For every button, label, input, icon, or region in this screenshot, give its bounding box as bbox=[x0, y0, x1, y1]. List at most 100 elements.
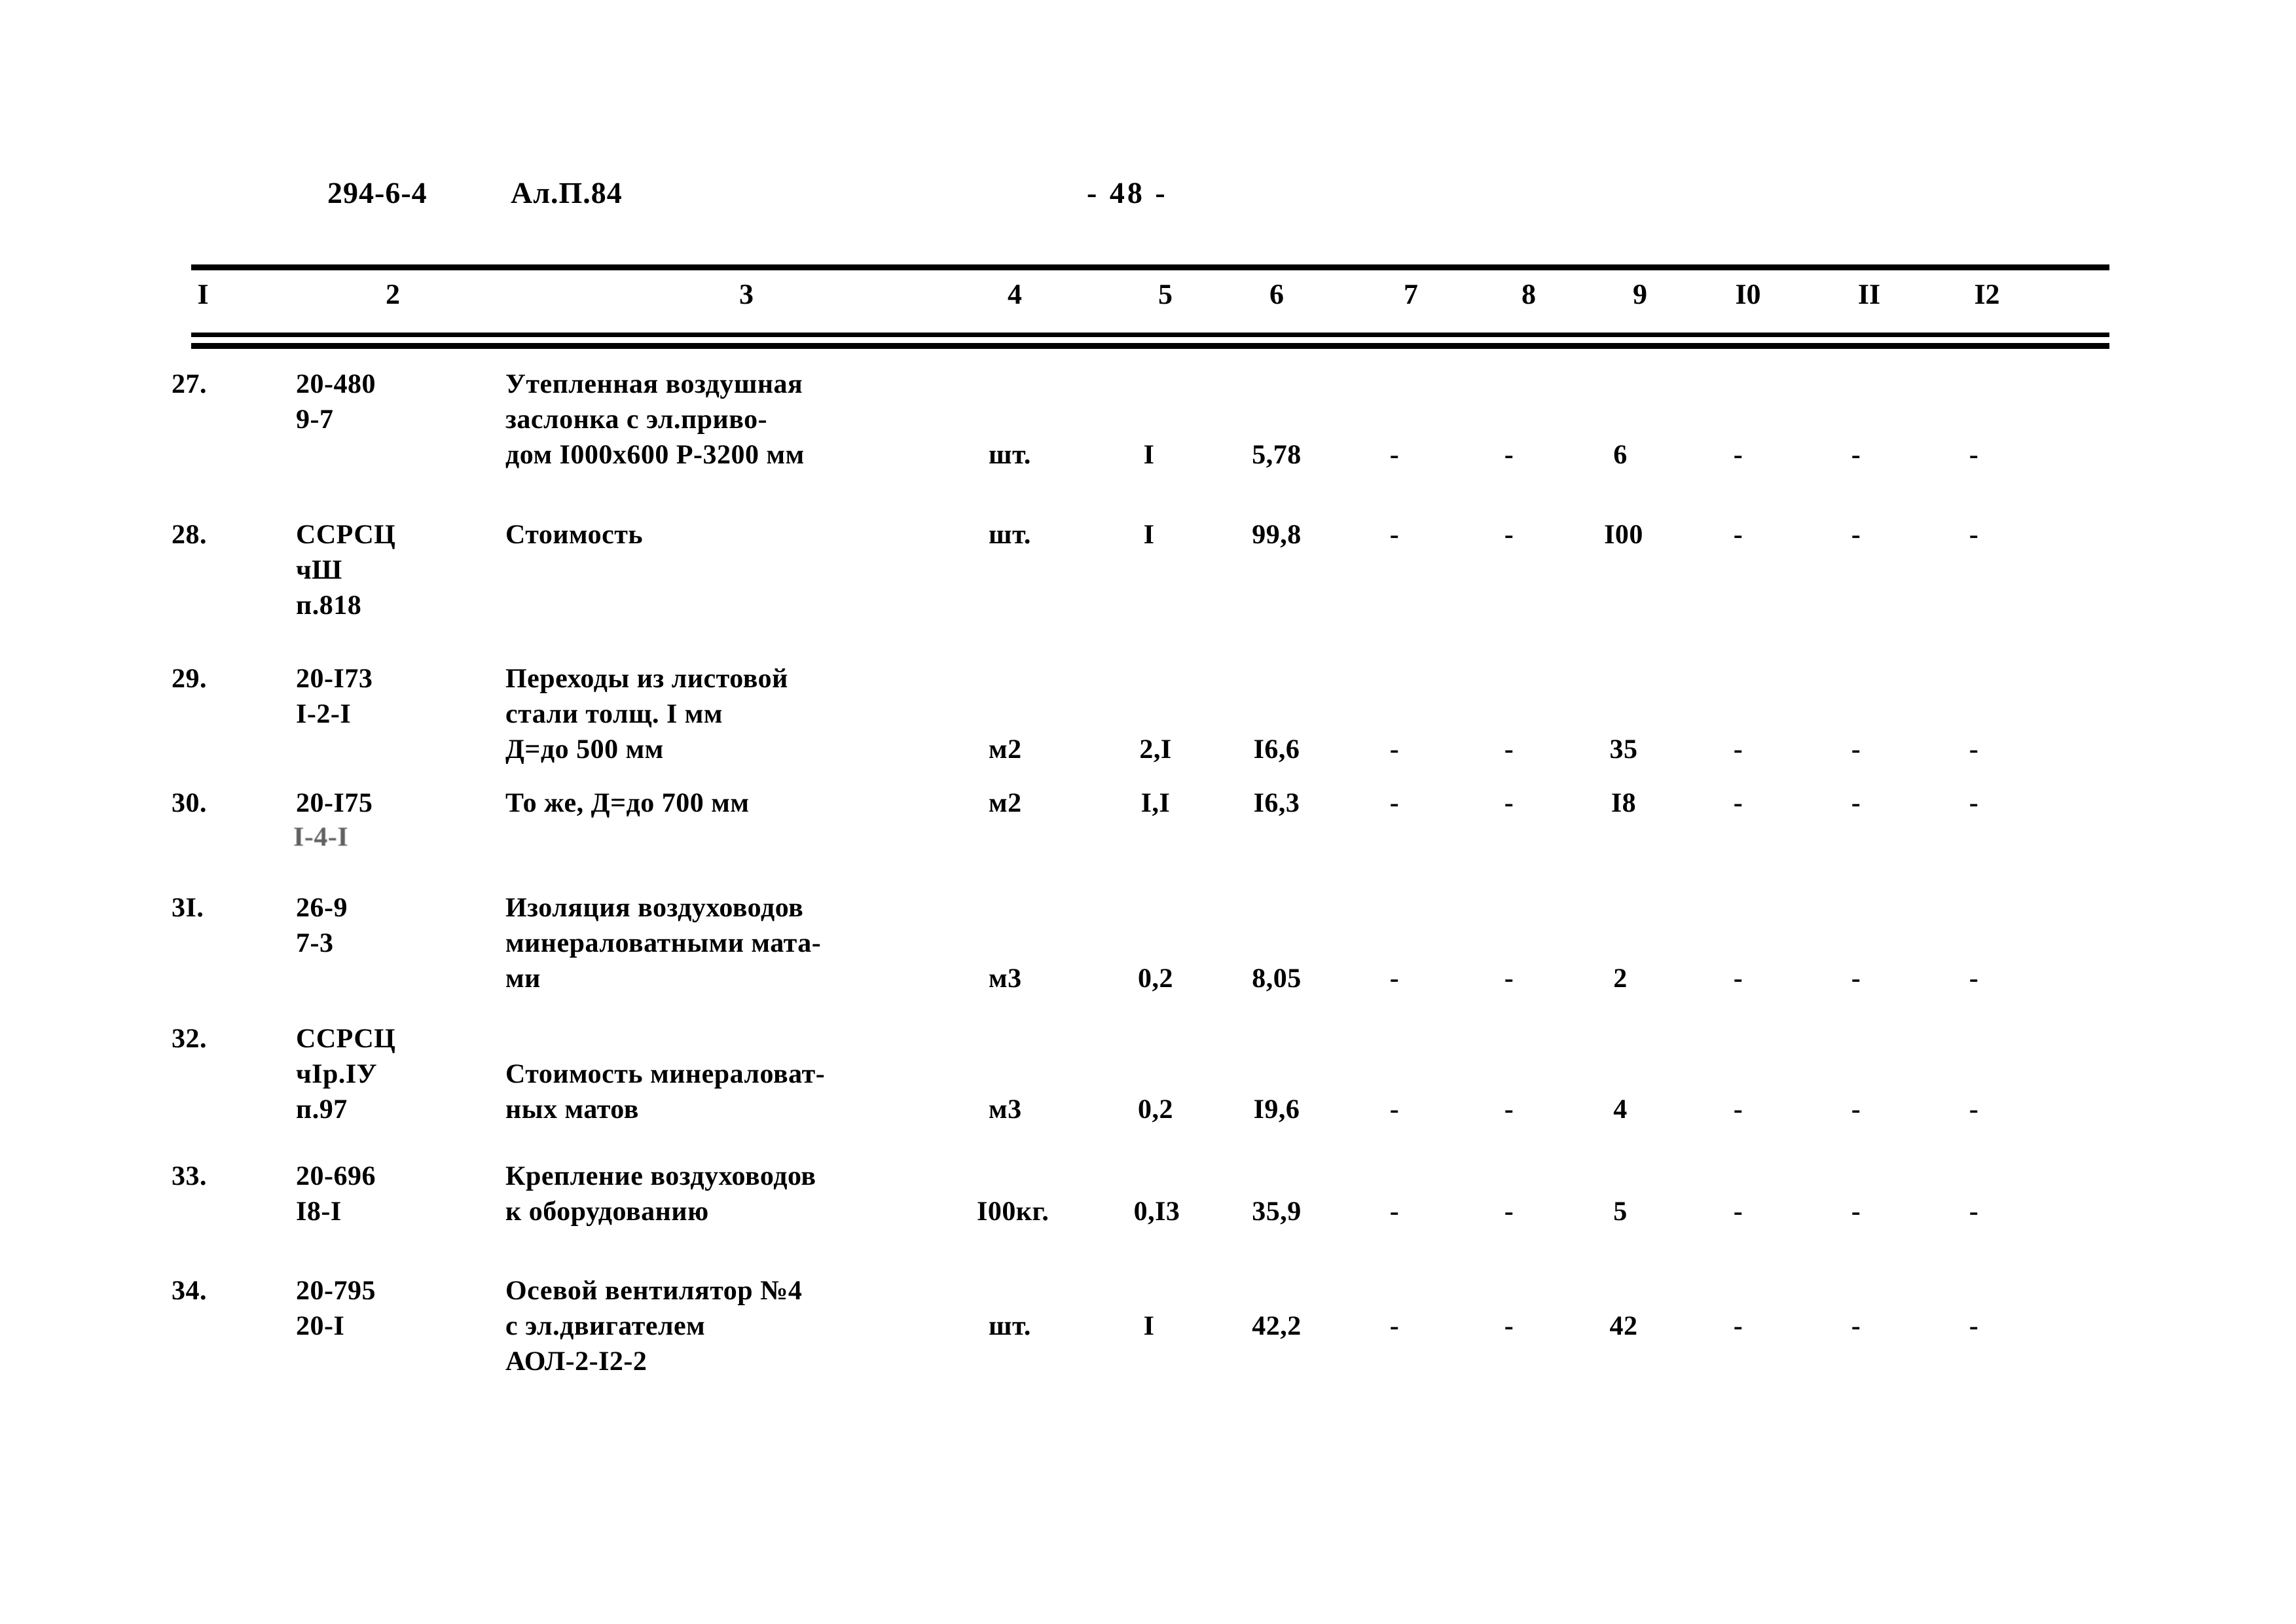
row-number: 3I. bbox=[172, 893, 204, 923]
row-value-col5: 0,I3 bbox=[1133, 1197, 1180, 1227]
row-unit: шт. bbox=[989, 520, 1031, 550]
row-value-col7: - bbox=[1389, 1311, 1400, 1341]
row-value-col8: - bbox=[1504, 964, 1514, 994]
table-row: 34. 20-795 20-I Осевой вентилятор №4 с э… bbox=[0, 1273, 2296, 1404]
column-header-1: I bbox=[197, 278, 209, 310]
row-value-col7: - bbox=[1389, 788, 1400, 818]
table-body: 27. 20-480 9-7 Утепленная воздушная засл… bbox=[0, 367, 2296, 1404]
row-value-col11: - bbox=[1851, 788, 1861, 818]
row-value-col11: - bbox=[1851, 964, 1861, 994]
table-row: 3I. 26-9 7-3 Изоляция воздуховодов минер… bbox=[0, 890, 2296, 1021]
column-header-8: 8 bbox=[1522, 278, 1536, 310]
column-header-3: 3 bbox=[739, 278, 754, 310]
row-value-col12: - bbox=[1969, 1197, 1979, 1227]
row-value-col9: 6 bbox=[1613, 440, 1628, 470]
row-description: То же, Д=до 700 мм bbox=[505, 788, 750, 818]
row-value-col10: - bbox=[1733, 440, 1743, 470]
row-value-col11: - bbox=[1851, 440, 1861, 470]
row-unit: I00кг. bbox=[977, 1197, 1049, 1227]
row-value-col8: - bbox=[1504, 1197, 1514, 1227]
row-value-col10: - bbox=[1733, 1311, 1743, 1341]
row-value-col5: I bbox=[1143, 1311, 1155, 1341]
table-row: 29. 20-I73 I-2-I Переходы из листовой ст… bbox=[0, 661, 2296, 785]
row-value-col11: - bbox=[1851, 520, 1861, 550]
row-value-col11: - bbox=[1851, 1197, 1861, 1227]
row-description: Стоимость минераловат- ных матов bbox=[505, 1059, 826, 1125]
row-number: 32. bbox=[172, 1024, 207, 1054]
row-value-col11: - bbox=[1851, 1311, 1861, 1341]
row-unit: м2 bbox=[989, 734, 1022, 765]
row-value-col12: - bbox=[1969, 1311, 1979, 1341]
row-number: 29. bbox=[172, 664, 207, 694]
column-header-6: 6 bbox=[1269, 278, 1284, 310]
row-value-col9: 2 bbox=[1613, 964, 1628, 994]
row-value-col6: 5,78 bbox=[1252, 440, 1302, 470]
row-unit: м3 bbox=[989, 1094, 1022, 1125]
row-value-col7: - bbox=[1389, 964, 1400, 994]
row-value-col10: - bbox=[1733, 964, 1743, 994]
album-reference: Ал.П.84 bbox=[511, 176, 623, 209]
row-code: 20-I73 I-2-I bbox=[296, 664, 373, 729]
row-value-col10: - bbox=[1733, 1197, 1743, 1227]
row-code: 20-I75 bbox=[296, 788, 373, 818]
row-value-col9: I8 bbox=[1611, 788, 1637, 818]
row-value-col8: - bbox=[1504, 1311, 1514, 1341]
row-value-col6: I6,6 bbox=[1253, 734, 1300, 765]
row-value-col6: I9,6 bbox=[1253, 1094, 1300, 1125]
column-header-5: 5 bbox=[1158, 278, 1173, 310]
row-description: Крепление воздуховодов к оборудованию bbox=[505, 1161, 816, 1227]
row-value-col12: - bbox=[1969, 520, 1979, 550]
row-value-col11: - bbox=[1851, 1094, 1861, 1125]
table-header-bottom-rule bbox=[191, 343, 2109, 349]
page-number: - 48 - bbox=[1087, 176, 1168, 209]
row-value-col8: - bbox=[1504, 440, 1514, 470]
row-value-col7: - bbox=[1389, 1094, 1400, 1125]
row-value-col8: - bbox=[1504, 1094, 1514, 1125]
row-code: 20-795 20-I bbox=[296, 1276, 376, 1341]
row-description: Утепленная воздушная заслонка с эл.приво… bbox=[505, 369, 805, 470]
row-unit: м3 bbox=[989, 964, 1022, 994]
row-number: 28. bbox=[172, 520, 207, 550]
row-code: 26-9 7-3 bbox=[296, 893, 348, 958]
row-number: 34. bbox=[172, 1276, 207, 1306]
row-value-col10: - bbox=[1733, 1094, 1743, 1125]
row-number: 33. bbox=[172, 1161, 207, 1191]
row-value-col10: - bbox=[1733, 788, 1743, 818]
table-row: 33. 20-696 I8-I Крепление воздуховодов к… bbox=[0, 1159, 2296, 1273]
table-top-rule bbox=[191, 264, 2109, 270]
row-value-col9: 4 bbox=[1613, 1094, 1628, 1125]
row-value-col9: I00 bbox=[1604, 520, 1643, 550]
column-header-10: I0 bbox=[1735, 278, 1761, 310]
row-value-col10: - bbox=[1733, 520, 1743, 550]
table-row: 28. ССРСЦ чШ п.818 Стоимость шт. I 99,8 … bbox=[0, 517, 2296, 661]
row-description: Изоляция воздуховодов минераловатными ма… bbox=[505, 893, 822, 994]
row-code: 20-480 9-7 bbox=[296, 369, 376, 435]
row-description: Осевой вентилятор №4 с эл.двигателем АОЛ… bbox=[505, 1276, 803, 1377]
row-value-col6: 35,9 bbox=[1252, 1197, 1302, 1227]
row-value-col5: I bbox=[1143, 440, 1155, 470]
table-row: 32. ССРСЦ чIр.IУ п.97 Стоимость минерало… bbox=[0, 1021, 2296, 1159]
row-value-col8: - bbox=[1504, 520, 1514, 550]
row-description: Переходы из листовой стали толщ. I мм Д=… bbox=[505, 664, 788, 765]
row-value-col5: 0,2 bbox=[1138, 964, 1173, 994]
row-value-col12: - bbox=[1969, 734, 1979, 765]
row-unit: шт. bbox=[989, 440, 1031, 470]
document-code: 294-6-4 bbox=[327, 176, 428, 209]
column-header-12: I2 bbox=[1974, 278, 2000, 310]
row-value-col8: - bbox=[1504, 788, 1514, 818]
row-code: ССРСЦ чIр.IУ п.97 bbox=[296, 1024, 396, 1125]
row-value-col7: - bbox=[1389, 734, 1400, 765]
table-row: 30. 20-I75 I-4-I То же, Д=до 700 мм м2 I… bbox=[0, 785, 2296, 890]
row-number: 30. bbox=[172, 788, 207, 818]
row-value-col6: 8,05 bbox=[1252, 964, 1302, 994]
column-header-7: 7 bbox=[1404, 278, 1418, 310]
row-value-col9: 42 bbox=[1609, 1311, 1638, 1341]
row-code: ССРСЦ чШ п.818 bbox=[296, 520, 396, 621]
row-value-col5: I bbox=[1143, 520, 1155, 550]
table-header-rule bbox=[191, 333, 2109, 337]
scanned-document-page: 294-6-4 Ал.П.84 - 48 - I 2 3 4 5 6 7 8 9… bbox=[0, 0, 2296, 1624]
row-value-col6: I6,3 bbox=[1253, 788, 1300, 818]
row-value-col9: 5 bbox=[1613, 1197, 1628, 1227]
row-value-col6: 42,2 bbox=[1252, 1311, 1302, 1341]
row-value-col12: - bbox=[1969, 440, 1979, 470]
